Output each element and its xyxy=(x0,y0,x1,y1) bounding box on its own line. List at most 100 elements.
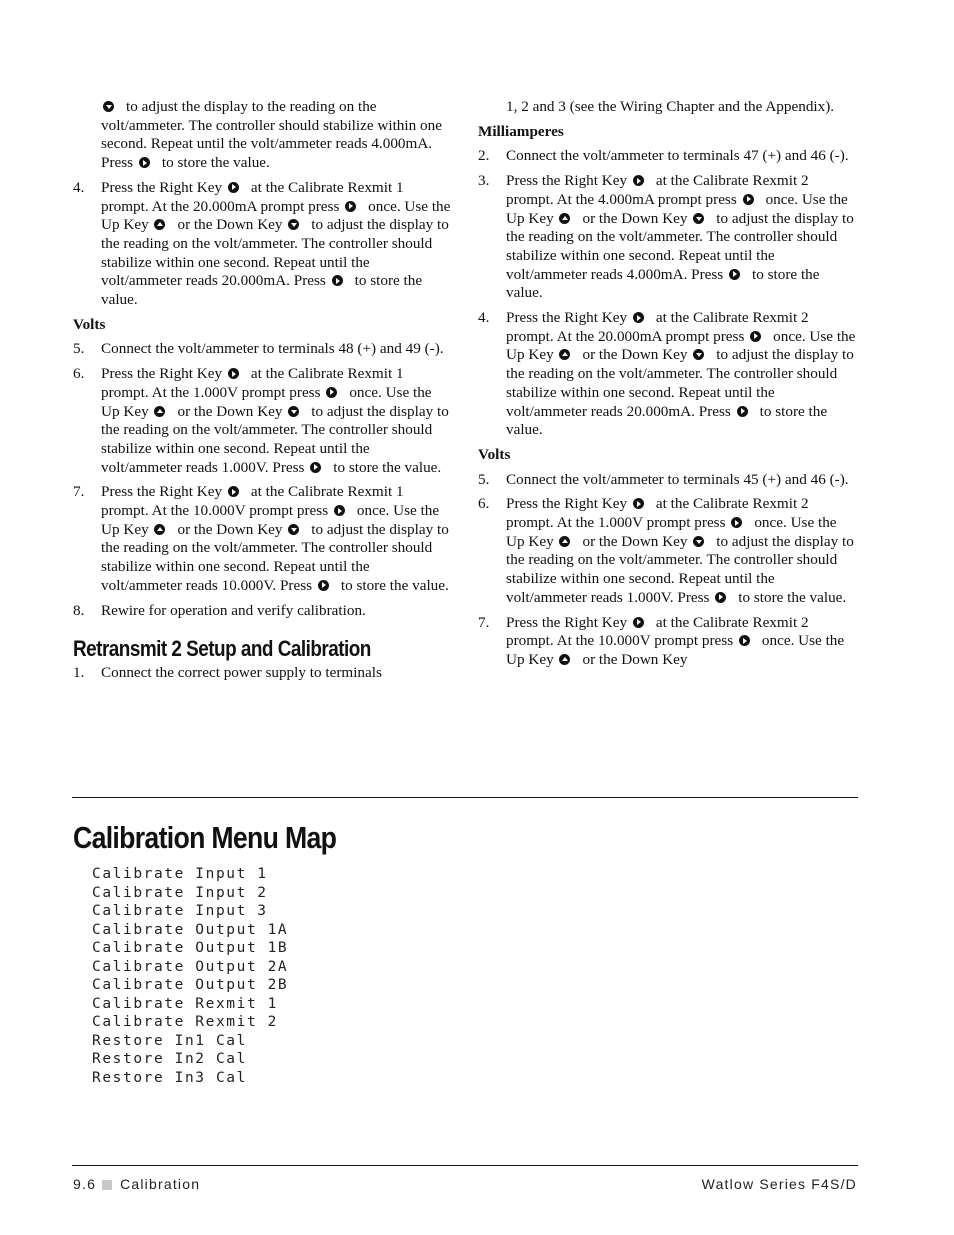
step-number: 8. xyxy=(73,601,85,619)
step-text: Press the Right Key xyxy=(506,172,628,190)
page-number: 9.6 xyxy=(73,1176,97,1192)
step-continuation: 1, 2 and 3 (see the Wiring Chapter and t… xyxy=(478,98,858,117)
list-item: 4. Press the Right Key at the Calibrate R… xyxy=(73,179,453,310)
right-key-icon xyxy=(632,312,644,324)
list-item: 4. Press the Right Key at the Calibrate R… xyxy=(478,309,858,440)
right-key-icon xyxy=(333,505,345,517)
milliamps-steps-end: 4. Press the Right Key at the Calibrate R… xyxy=(73,179,453,310)
right-key-icon xyxy=(750,330,762,342)
section-divider xyxy=(72,797,858,798)
step-text: to store the value. xyxy=(161,154,270,172)
menu-map-item: Calibrate Output 1B xyxy=(92,940,289,956)
up-key-icon xyxy=(559,349,571,361)
step-number: 6. xyxy=(73,365,85,383)
right-key-icon xyxy=(738,635,750,647)
list-item: 5. Connect the volt/ammeter to terminals … xyxy=(478,471,858,490)
right-key-icon xyxy=(632,175,644,187)
step-text: Connect the volt/ammeter to terminals 48… xyxy=(101,340,444,358)
left-column: to adjust the display to the reading on … xyxy=(73,98,453,683)
down-key-icon xyxy=(288,219,300,231)
menu-map-item: Calibrate Input 2 xyxy=(92,884,268,901)
step-number: 1. xyxy=(73,664,85,682)
menu-map-item: Restore In1 Cal xyxy=(92,1032,247,1049)
down-key-icon xyxy=(103,101,114,112)
list-item: 1. Connect the correct power supply to te… xyxy=(73,664,453,683)
step-text: Press the Right Key xyxy=(101,483,223,501)
down-key-icon xyxy=(693,212,705,224)
menu-map-item: Restore In2 Cal xyxy=(92,1051,247,1067)
step-text: Connect the volt/ammeter to terminals 47… xyxy=(506,147,849,165)
step-text: to store the value. xyxy=(333,458,442,476)
menu-map-item: Restore In3 Cal xyxy=(92,1069,247,1086)
menu-map-item: Calibrate Input 3 xyxy=(92,903,268,919)
menu-map-item: Calibrate Rexmit 2 xyxy=(92,1014,278,1030)
step-number: 6. xyxy=(478,495,490,513)
menu-map-item: Calibrate Input 1 xyxy=(92,866,268,882)
right-key-icon xyxy=(227,368,239,380)
chapter-name: Calibration xyxy=(120,1176,201,1192)
step-text: or the Down Key xyxy=(177,520,283,538)
right-key-icon xyxy=(742,193,754,205)
list-item: 8. Rewire for operation and verify calibr… xyxy=(73,602,453,621)
down-key-icon xyxy=(693,349,705,361)
up-key-icon xyxy=(559,653,571,665)
step-number: 7. xyxy=(478,613,490,631)
volts-steps: 5. Connect the volt/ammeter to terminals … xyxy=(478,471,858,670)
right-key-icon xyxy=(731,517,743,529)
up-key-icon xyxy=(559,535,571,547)
list-item: 3. Press the Right Key at the Calibrate R… xyxy=(478,172,858,303)
step-text: or the Down Key xyxy=(582,532,688,550)
down-key-icon xyxy=(693,535,705,547)
step-text: to store the value. xyxy=(738,588,847,606)
section-heading-retransmit-2: Retransmit 2 Setup and Calibration xyxy=(73,636,371,662)
step-text: or the Down Key xyxy=(177,216,283,234)
right-key-icon xyxy=(138,157,150,169)
step-text: to adjust the display to the reading on … xyxy=(101,98,442,172)
menu-map-item: Calibrate Rexmit 1 xyxy=(92,995,278,1012)
step-text: to store the value. xyxy=(340,576,449,594)
up-key-icon xyxy=(154,219,166,231)
down-key-icon xyxy=(288,523,300,535)
footer-left: 9.6 Calibration xyxy=(73,1176,200,1192)
volts-heading: Volts xyxy=(73,315,106,333)
step-text: Rewire for operation and verify calibrat… xyxy=(101,601,366,619)
right-column: 1, 2 and 3 (see the Wiring Chapter and t… xyxy=(478,98,858,670)
step-text: Press the Right Key xyxy=(101,365,223,383)
list-item: 5. Connect the volt/ammeter to terminals … xyxy=(73,340,453,359)
step-number: 5. xyxy=(478,470,490,488)
step-text: or the Down Key xyxy=(582,650,688,668)
right-key-icon xyxy=(632,498,644,510)
menu-map-title: Calibration Menu Map xyxy=(73,820,337,855)
right-key-icon xyxy=(310,461,322,473)
up-key-icon xyxy=(154,405,166,417)
up-key-icon xyxy=(559,212,571,224)
step-number: 5. xyxy=(73,340,85,358)
right-key-icon xyxy=(227,181,239,193)
step-text: Connect the volt/ammeter to terminals 45… xyxy=(506,470,849,488)
step-text: Connect the correct power supply to term… xyxy=(101,664,382,682)
step-number: 3. xyxy=(478,172,490,190)
separator-square-icon xyxy=(102,1180,113,1190)
right-key-icon xyxy=(326,386,338,398)
step-text: Press the Right Key xyxy=(506,495,628,513)
volts-steps: 5. Connect the volt/ammeter to terminals … xyxy=(73,340,453,620)
list-item: 6. Press the Right Key at the Calibrate R… xyxy=(478,495,858,607)
step-continuation: to adjust the display to the reading on … xyxy=(73,98,453,173)
step-text: Press the Right Key xyxy=(506,613,628,631)
menu-map-item: Calibrate Output 2B xyxy=(92,977,289,993)
retransmit-2-steps: 1. Connect the correct power supply to te… xyxy=(73,664,453,683)
right-key-icon xyxy=(331,275,343,287)
step-number: 2. xyxy=(478,147,490,165)
right-key-icon xyxy=(736,405,748,417)
footer-divider xyxy=(72,1165,858,1166)
right-key-icon xyxy=(317,579,329,591)
list-item: 7. Press the Right Key at the Calibrate R… xyxy=(73,483,453,595)
menu-map-item: Calibrate Output 1A xyxy=(92,921,289,938)
milliamps-heading: Milliamperes xyxy=(478,122,564,140)
step-text: or the Down Key xyxy=(582,209,688,227)
up-key-icon xyxy=(154,523,166,535)
list-item: 7. Press the Right Key at the Calibrate R… xyxy=(478,614,858,670)
list-item: 2. Connect the volt/ammeter to terminals … xyxy=(478,147,858,166)
step-text: or the Down Key xyxy=(582,346,688,364)
product-name: Watlow Series F4S/D xyxy=(701,1176,857,1192)
